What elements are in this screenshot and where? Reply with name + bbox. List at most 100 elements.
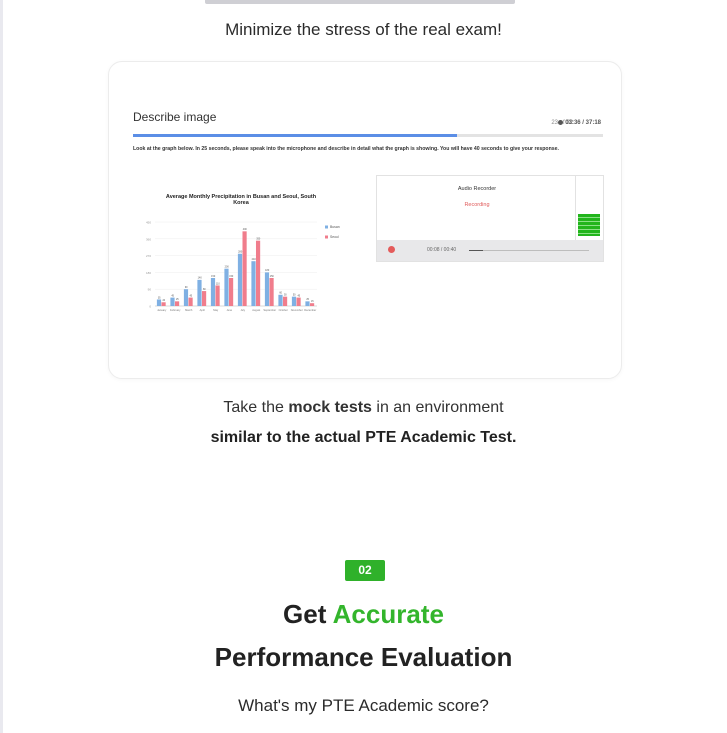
x-tick-label: June: [226, 308, 232, 312]
y-tick-label: 450: [146, 221, 151, 225]
y-tick-label: 90: [148, 288, 152, 292]
section-subtitle: Minimize the stress of the real exam!: [225, 20, 502, 39]
x-tick-label: November: [291, 308, 303, 312]
data-label: 15: [311, 300, 314, 303]
recorder-time: 00:08 / 00:40: [427, 247, 457, 253]
x-tick-label: October: [279, 308, 288, 312]
bar-seoul-february: [174, 301, 180, 306]
legend-swatch-busan: [325, 225, 328, 229]
mock-test-preview-card: Describe image 23 of 32 03:36 / 37:18 Lo…: [108, 61, 622, 379]
bar-seoul-december: [309, 303, 315, 306]
recorder-scrubber-fill: [469, 250, 483, 251]
timer: 03:36 / 37:18: [558, 120, 601, 126]
data-label: 240: [252, 258, 257, 261]
x-tick-label: March: [185, 308, 193, 312]
recorder-title: Audio Recorder: [457, 186, 497, 192]
y-tick-label: 0: [149, 305, 151, 309]
recorder-scrubber: [469, 250, 589, 251]
x-tick-label: July: [240, 308, 245, 312]
data-label: 25: [176, 298, 179, 301]
bar-seoul-may: [215, 285, 220, 306]
volume-meter: [578, 214, 600, 236]
data-label: 200: [225, 265, 230, 268]
data-label: 150: [229, 275, 234, 278]
data-label: 400: [243, 228, 248, 231]
data-label: 150: [211, 275, 216, 278]
record-icon[interactable]: [388, 246, 395, 253]
bar-busan-february: [170, 297, 175, 306]
recorder-controls: 00:08 / 00:40: [377, 240, 603, 261]
y-tick-label: 360: [146, 237, 151, 241]
bar-seoul-july: [242, 231, 247, 306]
x-tick-label: August: [252, 308, 260, 312]
x-tick-label: September: [263, 308, 276, 312]
data-label: 45: [189, 294, 192, 297]
data-label: 110: [216, 282, 220, 285]
task-title: Describe image: [133, 110, 217, 124]
chart-svg: 0901802703604503520January4525February90…: [146, 221, 340, 313]
bar-busan-march: [183, 289, 189, 306]
bar-busan-april: [197, 279, 202, 306]
section2-subtitle: What's my PTE Academic score?: [238, 696, 489, 715]
task-instructions: Look at the graph below. In 25 seconds, …: [133, 146, 559, 152]
bar-seoul-june: [228, 278, 234, 306]
legend-swatch-seoul: [325, 235, 328, 239]
recorder-divider: [575, 176, 576, 240]
precipitation-chart: Average Monthly Precipitation in Busan a…: [131, 184, 345, 324]
data-label: 50: [293, 293, 296, 296]
bar-busan-september: [264, 272, 270, 306]
bar-seoul-october: [282, 296, 288, 306]
legend-label-busan: Busan: [330, 225, 340, 229]
y-tick-label: 270: [146, 254, 151, 258]
bar-seoul-april: [201, 291, 207, 306]
x-tick-label: April: [200, 308, 206, 312]
bar-seoul-march: [188, 297, 193, 306]
bar-busan-january: [156, 299, 162, 306]
section-heading-line2: Performance Evaluation: [214, 642, 513, 672]
progress-bar: [133, 134, 603, 137]
mock-test-description: Take the mock tests in an environment: [0, 399, 727, 417]
y-tick-label: 180: [146, 271, 151, 275]
bar-busan-may: [210, 278, 216, 306]
bar-seoul-september: [269, 278, 274, 306]
bar-busan-november: [291, 296, 297, 306]
legend-label-seoul: Seoul: [330, 235, 339, 239]
data-label: 60: [279, 292, 282, 295]
data-label: 45: [171, 294, 174, 297]
audio-recorder: Audio Recorder Recording 00:08 / 00:40: [376, 175, 604, 262]
timer-text: 03:36 / 37:18: [565, 120, 601, 127]
bar-seoul-january: [161, 302, 166, 306]
data-label: 90: [185, 286, 188, 289]
bar-busan-june: [224, 268, 229, 306]
desc-text-bold: mock tests: [288, 399, 372, 416]
x-tick-label: February: [170, 308, 181, 312]
mock-test-description-line2: similar to the actual PTE Academic Test.: [210, 429, 517, 446]
clock-icon: [558, 120, 564, 125]
data-label: 140: [198, 277, 203, 280]
heading-accent: Accurate: [332, 599, 444, 629]
heading-pre: Get: [283, 599, 333, 629]
step-badge: 02: [345, 560, 385, 581]
data-label: 20: [162, 299, 165, 302]
data-label: 350: [256, 237, 261, 240]
data-label: 180: [265, 269, 270, 272]
data-label: 150: [270, 275, 275, 278]
recording-status: Recording: [464, 202, 490, 208]
progress-fill: [133, 134, 458, 137]
bar-seoul-november: [296, 297, 301, 306]
section-heading: Get Accurate: [0, 599, 727, 630]
x-tick-label: January: [157, 308, 167, 312]
desc-text-post: in an environment: [371, 399, 504, 416]
data-label: 45: [297, 294, 300, 297]
bar-busan-august: [251, 261, 256, 306]
x-tick-label: December: [304, 308, 316, 312]
bar-busan-october: [278, 294, 283, 306]
data-label: 280: [238, 251, 243, 254]
bar-busan-july: [237, 253, 243, 306]
data-label: 35: [158, 296, 161, 299]
x-tick-label: May: [213, 308, 219, 312]
data-label: 25: [306, 298, 309, 301]
bar-busan-december: [305, 301, 310, 306]
data-label: 50: [284, 293, 287, 296]
desc-text-pre: Take the: [223, 399, 289, 416]
